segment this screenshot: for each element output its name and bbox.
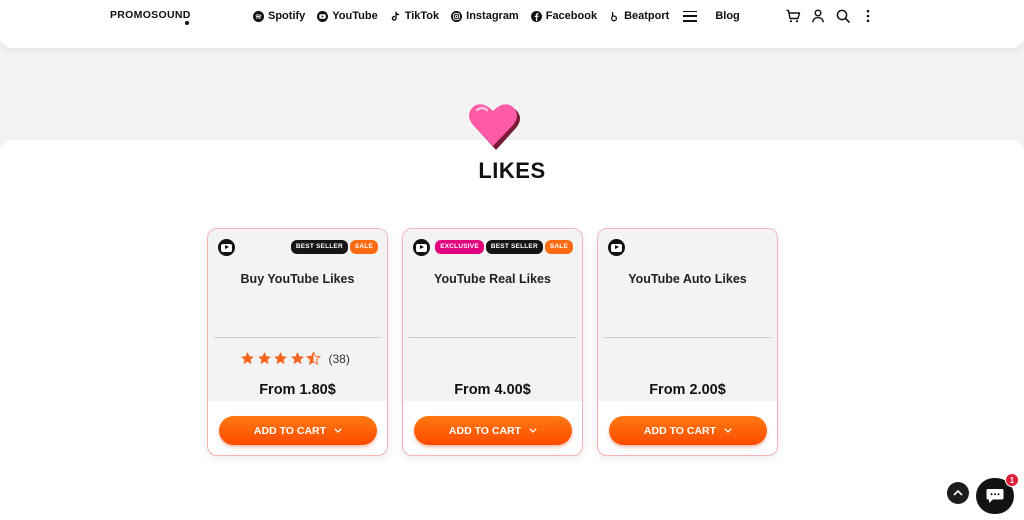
product-name[interactable]: Buy YouTube Likes [208,272,387,286]
exclusive-badge: EXCLUSIVE [435,240,484,254]
nav-item-youtube[interactable]: YouTube [317,10,378,22]
star-icon [290,352,304,365]
chevron-down-icon [529,428,537,433]
main-nav: Spotify YouTube TikTok Instagram Faceboo… [253,8,752,24]
youtube-icon [218,239,235,256]
product-name[interactable]: YouTube Real Likes [403,272,582,286]
divider [214,337,381,338]
nav-item-spotify[interactable]: Spotify [253,10,305,22]
card-image-area [403,229,582,401]
tiktok-icon [390,11,401,22]
rating-count: (38) [328,351,350,366]
nav-label-spotify: Spotify [268,10,306,22]
add-to-cart-button[interactable]: ADD TO CART [414,416,572,445]
product-card[interactable]: EXCLUSIVE BEST SELLER SALE YouTube Real … [402,228,583,456]
star-icon [241,352,254,365]
star-rating: (38) [240,351,350,366]
chevron-up-icon [953,490,963,496]
logo-text: PROMOSOUND [110,9,191,21]
header-actions [785,8,885,24]
nav-label-facebook: Facebook [545,10,598,22]
chat-notification-badge: 1 [1005,473,1019,487]
best-seller-badge: BEST SELLER [290,240,348,254]
best-seller-badge: BEST SELLER [485,240,543,254]
nav-label-beatport: Beatport [624,10,670,22]
add-to-cart-button[interactable]: ADD TO CART [609,416,767,445]
page-title: LIKES [478,158,546,183]
product-card[interactable]: YouTube Auto Likes From 2.00$ ADD TO CAR… [597,228,778,456]
youtube-icon [317,10,329,22]
product-price: From 1.80$ [259,382,336,398]
nav-item-tiktok[interactable]: TikTok [390,10,439,22]
add-to-cart-button[interactable]: ADD TO CART [219,416,377,445]
nav-label-blog: Blog [715,10,740,22]
chevron-down-icon [334,428,342,433]
scroll-to-top-button[interactable] [947,482,969,504]
divider [604,337,771,338]
chat-bubble-icon [986,489,1004,503]
star-icon [274,352,287,365]
youtube-icon [413,239,430,256]
nav-label-instagram: Instagram [466,10,519,22]
nav-label-youtube: YouTube [332,10,378,22]
instagram-icon [451,10,463,22]
half-star-icon [306,351,321,366]
cart-icon[interactable] [785,8,801,24]
product-card[interactable]: BEST SELLER SALE Buy YouTube Likes (38) … [207,228,388,456]
add-to-cart-label: ADD TO CART [643,424,717,437]
sale-badge: SALE [349,240,378,254]
more-vertical-icon[interactable] [860,8,876,24]
band-top-edge [0,36,1024,48]
tag-list: EXCLUSIVE BEST SELLER SALE [433,240,573,254]
logo[interactable]: PROMOSOUND [110,9,191,25]
tag-list: BEST SELLER SALE [289,240,378,254]
menu-hamburger-icon[interactable] [683,10,698,22]
product-name[interactable]: YouTube Auto Likes [598,272,777,286]
spotify-icon [253,10,264,22]
nav-label-tiktok: TikTok [404,10,440,22]
product-price: From 2.00$ [649,382,726,398]
search-icon[interactable] [835,8,851,24]
chevron-down-icon [724,428,732,433]
beatport-icon [609,11,620,22]
nav-item-beatport[interactable]: Beatport [609,10,669,22]
user-icon[interactable] [810,8,826,24]
card-image-area [208,229,387,401]
star-icon [257,352,271,365]
divider [409,337,576,338]
nav-item-blog[interactable]: Blog [715,10,739,22]
heart-icon [465,100,521,150]
facebook-icon [530,10,542,22]
product-price: From 4.00$ [454,382,531,398]
logo-dot [185,21,189,25]
add-to-cart-label: ADD TO CART [448,424,522,437]
nav-item-instagram[interactable]: Instagram [451,10,519,22]
card-image-area [598,229,777,401]
youtube-icon [608,239,625,256]
nav-item-facebook[interactable]: Facebook [530,10,598,22]
top-navigation-bar: PROMOSOUND Spotify YouTube TikTok Instag… [0,0,1024,36]
sale-badge: SALE [544,240,573,254]
add-to-cart-label: ADD TO CART [253,424,327,437]
